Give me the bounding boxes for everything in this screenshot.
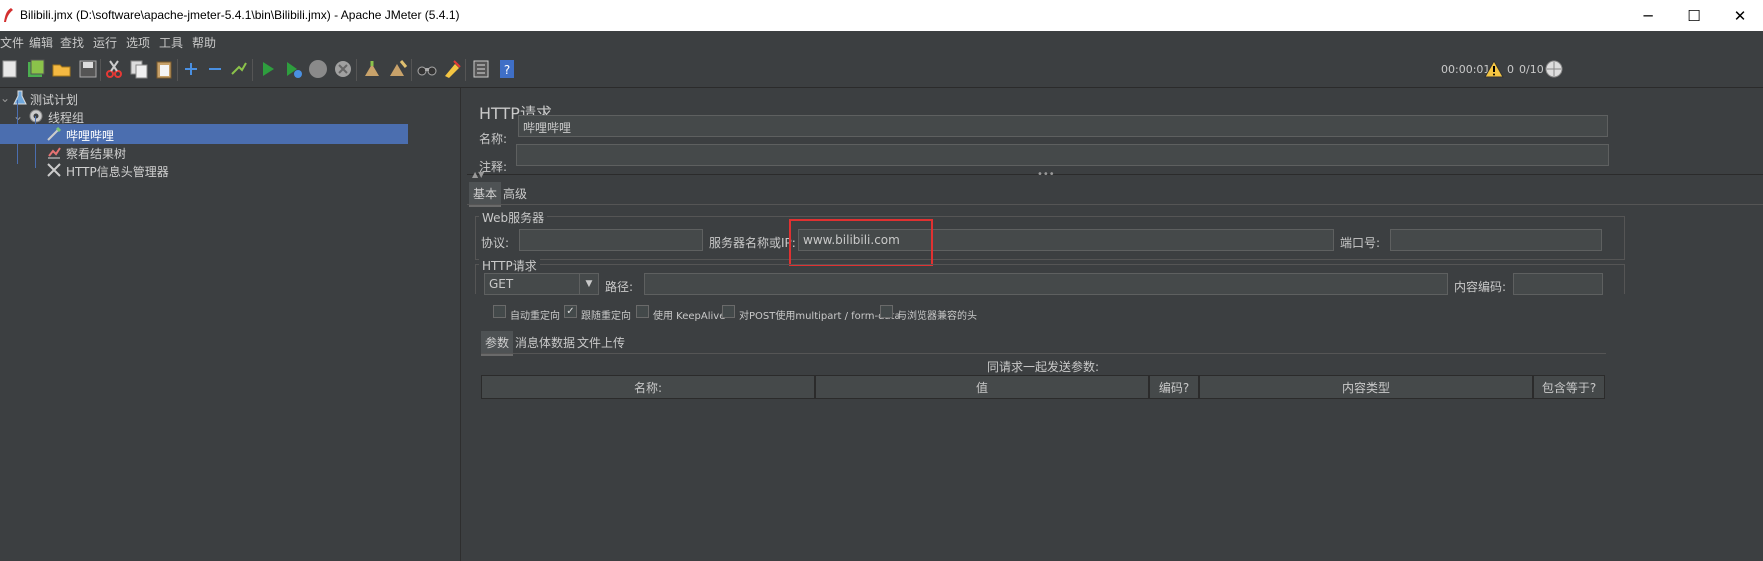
function-helper-icon[interactable] [471,59,491,79]
follow-redirect-label: 跟随重定向 [581,311,631,322]
chevron-down-icon[interactable]: ▼ [579,274,598,294]
column-header-name[interactable]: 名称: [481,375,815,399]
browser-headers-label: 与浏览器兼容的头 [897,311,977,322]
protocol-field[interactable] [519,229,703,251]
help-icon[interactable]: ? [497,59,517,79]
cut-icon[interactable] [104,59,124,79]
chart-icon [48,147,61,159]
keepalive-checkbox[interactable] [636,305,649,318]
encoding-label: 内容编码: [1454,280,1507,294]
http-request-panel: HTTP请求 名称: 哔哩哔哩 注释: ▲▼ ••• 基本 高级 Web服务器 … [467,88,1763,561]
collapse-arrow-icon[interactable]: ⌄ [13,109,23,123]
templates-icon[interactable] [26,59,46,79]
method-select[interactable]: GET ▼ [484,273,599,295]
path-label: 路径: [605,280,634,294]
maximize-button[interactable]: ☐ [1671,0,1717,31]
thread-count: 0/10 [1519,63,1544,76]
menu-search[interactable]: 查找 [60,34,84,51]
flask-icon [13,90,27,105]
jmeter-feather-icon [4,8,13,22]
save-icon[interactable] [78,59,98,79]
tree-item-header-manager[interactable]: HTTP信息头管理器 [0,160,460,180]
gear-icon [29,109,43,123]
auto-redirect-checkbox[interactable] [493,305,506,318]
comment-field[interactable] [516,144,1609,166]
open-icon[interactable] [52,59,72,79]
tree-item-thread-group[interactable]: ⌄ 线程组 [0,106,460,126]
tree-item-bilibili[interactable]: 哔哩哔哩 [0,124,408,144]
expand-plus-icon[interactable] [181,59,201,79]
shutdown-icon[interactable] [333,59,353,79]
encoding-field[interactable] [1513,273,1603,295]
multipart-checkbox[interactable] [722,305,735,318]
menu-bar: 文件 编辑 查找 运行 选项 工具 帮助 [0,31,1763,51]
browser-headers-checkbox[interactable] [880,305,893,318]
column-header-encode[interactable]: 编码? [1149,375,1199,399]
multipart-label: 对POST使用multipart / form-data [739,311,901,322]
clear-all-icon[interactable] [388,59,408,79]
pipette-icon [47,126,62,141]
error-count: 0 [1507,63,1514,76]
follow-redirect-checkbox[interactable]: ✓ [564,305,577,318]
warning-icon[interactable] [1484,59,1504,79]
http-request-legend: HTTP请求 [479,257,540,274]
menu-help[interactable]: 帮助 [192,34,216,51]
splitter-grip-icon[interactable]: ••• [1037,169,1055,180]
method-value: GET [489,277,514,291]
menu-file[interactable]: 文件 [0,34,24,51]
menu-run[interactable]: 运行 [93,34,117,51]
tree-item-test-plan[interactable]: ⌄ 测试计划 [0,88,460,108]
column-header-value[interactable]: 值 [815,375,1149,399]
path-field[interactable] [644,273,1448,295]
params-caption: 同请求一起发送参数: [987,360,1100,374]
minimize-button[interactable]: ─ [1625,0,1671,31]
start-icon[interactable] [258,59,278,79]
clear-icon[interactable] [362,59,382,79]
search-binoculars-icon[interactable] [417,59,437,79]
collapse-minus-icon[interactable] [205,59,225,79]
toolbar: ? 00:00:01 0 0/10 [0,51,1763,88]
reset-search-icon[interactable] [442,59,462,79]
window-titlebar: Bilibili.jmx (D:\software\apache-jmeter-… [0,0,1763,31]
remote-globe-icon[interactable] [1544,59,1564,79]
start-no-pause-icon[interactable] [283,59,303,79]
collapse-arrow-icon[interactable]: ⌄ [0,91,10,105]
window-title: Bilibili.jmx (D:\software\apache-jmeter-… [20,8,460,22]
copy-icon[interactable] [129,59,149,79]
web-server-legend: Web服务器 [479,209,548,226]
name-label: 名称: [479,132,508,146]
port-label: 端口号: [1340,236,1381,250]
tree-item-results-tree[interactable]: 察看结果树 [0,142,460,162]
keepalive-label: 使用 KeepAlive [653,311,726,322]
protocol-label: 协议: [481,236,510,250]
tab-file-upload[interactable]: 文件上传 [577,334,625,351]
tab-body-data[interactable]: 消息体数据 [515,334,575,351]
svg-text:?: ? [504,63,510,77]
port-field[interactable] [1390,229,1602,251]
splitter-arrows-icon[interactable]: ▲▼ [472,170,484,179]
tab-advanced[interactable]: 高级 [503,185,527,202]
wrench-icon [47,163,61,177]
test-plan-tree: ⌄ 测试计划 ⌄ 线程组 哔哩哔哩 察看结果树 HTTP信息头管理器 [0,88,460,561]
menu-edit[interactable]: 编辑 [29,34,53,51]
auto-redirect-label: 自动重定向 [510,311,560,322]
name-field[interactable]: 哔哩哔哩 [518,115,1608,137]
server-label: 服务器名称或IP: [709,236,796,250]
stop-icon[interactable] [308,59,328,79]
column-header-content-type[interactable]: 内容类型 [1199,375,1533,399]
highlight-annotation [789,219,933,266]
close-button[interactable]: ✕ [1717,0,1763,31]
elapsed-time: 00:00:01 [1441,63,1491,76]
tree-item-label: HTTP信息头管理器 [66,165,169,179]
menu-options[interactable]: 选项 [126,34,150,51]
paste-icon[interactable] [154,59,174,79]
toggle-icon[interactable] [229,59,249,79]
new-icon[interactable] [0,59,20,79]
column-header-include-equals[interactable]: 包含等于? [1533,375,1605,399]
menu-tools[interactable]: 工具 [159,34,183,51]
